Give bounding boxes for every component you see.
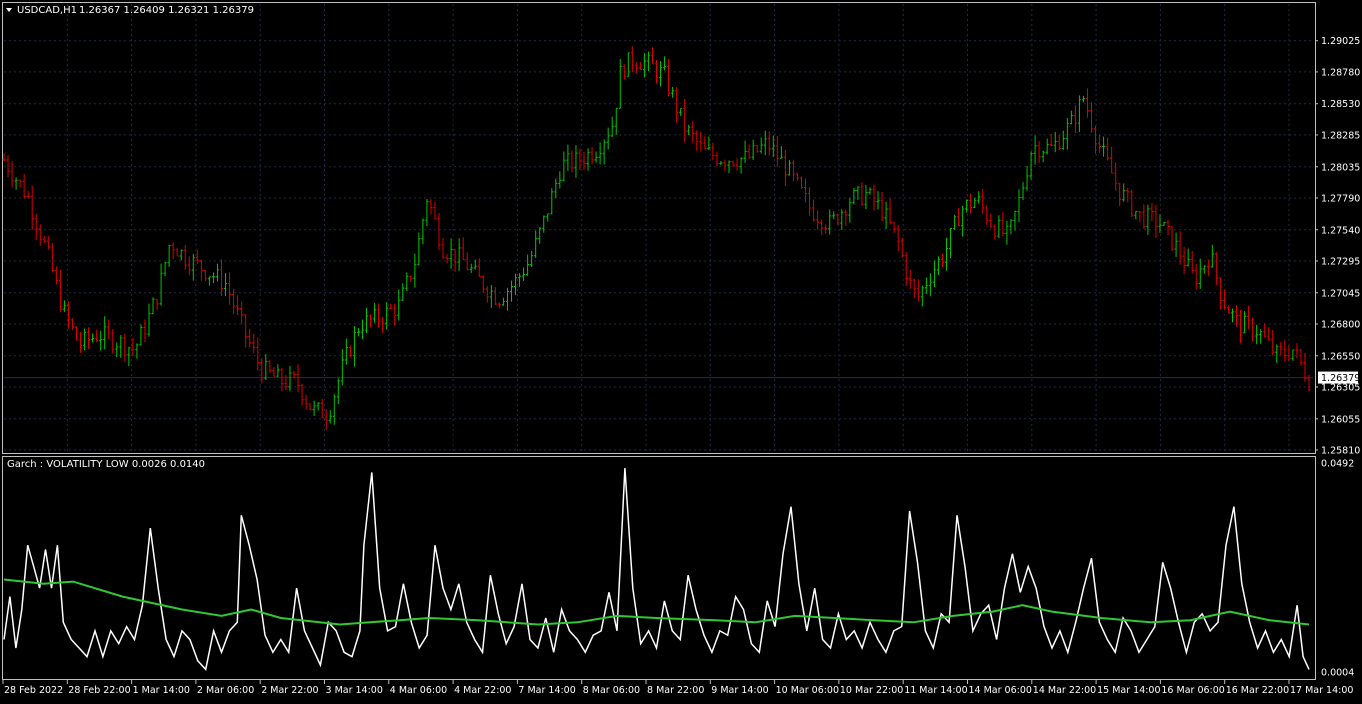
price-tick-label: 1.28285 (1321, 130, 1360, 141)
time-tick-label: 8 Mar 06:00 (583, 685, 640, 696)
average-line[interactable] (3, 578, 1310, 626)
time-tick-label: 16 Mar 22:00 (1226, 685, 1289, 696)
trading-chart[interactable]: 1.29025 1.28780 1.28530 1.28285 1.28035 1.277… (0, 0, 1362, 700)
time-tick-label: 3 Mar 14:00 (326, 685, 383, 696)
price-tick-label: 1.26055 (1321, 414, 1360, 425)
time-tick-label: 14 Mar 06:00 (969, 685, 1032, 696)
current-price-badge-text: 1.26379 (1321, 373, 1360, 384)
chart-canvas[interactable]: 1.29025 1.28780 1.28530 1.28285 1.28035 1.277… (0, 0, 1362, 700)
time-tick-label: 28 Feb 22:00 (68, 685, 130, 696)
symbol-header[interactable]: USDCAD,H1 1.26367 1.26409 1.26321 1.2637… (6, 5, 254, 16)
time-tick-label: 4 Mar 22:00 (454, 685, 511, 696)
current-price-badge: 1.26379 (1318, 371, 1360, 384)
price-tick-label: 1.28780 (1321, 67, 1360, 78)
price-tick-label: 1.25810 (1321, 446, 1360, 457)
price-tick-label: 1.27045 (1321, 288, 1360, 299)
price-tick-label: 1.26800 (1321, 319, 1360, 330)
indicator-lines-layer[interactable] (3, 468, 1310, 671)
time-axis[interactable]: 28 Feb 2022 28 Feb 22:00 1 Mar 14:00 2 Mar … (2, 680, 1353, 696)
time-tick-label: 14 Mar 22:00 (1033, 685, 1096, 696)
indicator-label: Garch : VOLATILITY LOW 0.0026 0.0140 (7, 459, 205, 470)
price-tick-label: 1.27790 (1321, 193, 1360, 204)
volatility-line[interactable] (3, 468, 1310, 671)
price-tick-label: 1.27295 (1321, 256, 1360, 267)
price-tick-label: 1.29025 (1321, 36, 1360, 47)
price-tick-label: 1.26305 (1321, 382, 1360, 393)
time-tick-label: 28 Feb 2022 (4, 685, 63, 696)
time-tick-label: 2 Mar 22:00 (261, 685, 318, 696)
time-tick-label: 8 Mar 22:00 (647, 685, 704, 696)
symbol-label: USDCAD,H1 (17, 5, 77, 16)
price-axis[interactable]: 1.29025 1.28780 1.28530 1.28285 1.28035 1.277… (1315, 36, 1360, 457)
price-tick-label: 1.28530 (1321, 99, 1360, 110)
price-tick-label: 1.27540 (1321, 225, 1360, 236)
time-tick-label: 2 Mar 06:00 (197, 685, 254, 696)
time-tick-label: 10 Mar 06:00 (776, 685, 839, 696)
time-tick-label: 4 Mar 06:00 (390, 685, 447, 696)
ohlc-values: 1.26367 1.26409 1.26321 1.26379 (79, 5, 254, 16)
time-tick-label: 9 Mar 14:00 (711, 685, 768, 696)
dropdown-triangle-icon[interactable] (6, 8, 12, 12)
indicator-axis[interactable]: 0.0492 0.0004 (1321, 459, 1354, 679)
price-panel-frame (2, 2, 1316, 454)
indicator-panel-frame (2, 456, 1316, 680)
price-tick-label: 1.28035 (1321, 162, 1360, 173)
time-tick-label: 1 Mar 14:00 (133, 685, 190, 696)
grid-layer (4, 4, 1313, 452)
time-tick-label: 11 Mar 14:00 (904, 685, 967, 696)
time-tick-label: 16 Mar 06:00 (1161, 685, 1224, 696)
time-tick-label: 7 Mar 14:00 (518, 685, 575, 696)
indicator-tick-label: 0.0492 (1321, 459, 1354, 470)
time-tick-label: 10 Mar 22:00 (840, 685, 903, 696)
indicator-tick-label: 0.0004 (1321, 668, 1354, 679)
time-tick-label: 17 Mar 14:00 (1290, 685, 1353, 696)
price-tick-label: 1.26550 (1321, 351, 1360, 362)
time-tick-label: 15 Mar 14:00 (1097, 685, 1160, 696)
